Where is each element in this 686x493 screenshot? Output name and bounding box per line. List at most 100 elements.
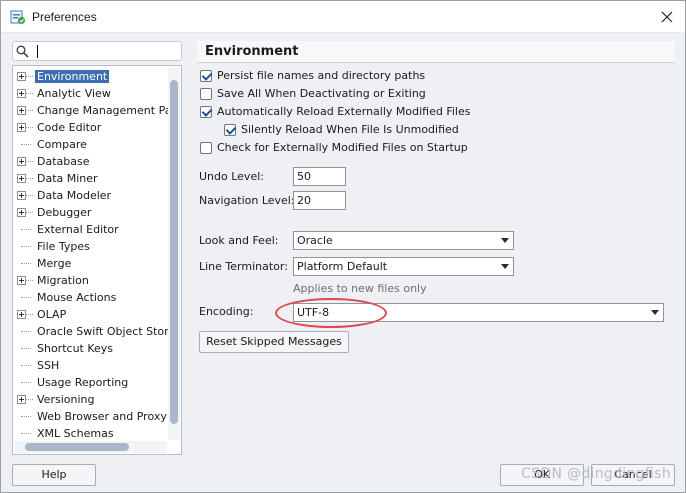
tree-item[interactable]: File Types (13, 238, 168, 255)
help-button[interactable]: Help (12, 464, 96, 486)
checkbox-unchecked[interactable] (200, 88, 212, 100)
tree-item-label: Database (37, 155, 90, 168)
tree-item[interactable]: Debugger (13, 204, 168, 221)
undo-level-label: Undo Level: (199, 170, 264, 183)
checkbox-label: Silently Reload When File Is Unmodified (241, 123, 459, 136)
tree-item[interactable]: Usage Reporting (13, 374, 168, 391)
tree-item-label: OLAP (37, 308, 67, 321)
tree-connector-line (21, 144, 31, 145)
tree-item-label: Change Management Paran (37, 104, 168, 117)
close-icon (661, 11, 673, 23)
navigation-level-input[interactable]: 20 (293, 191, 346, 210)
tree-connector-line (26, 178, 33, 179)
tree-item[interactable]: Shortcut Keys (13, 340, 168, 357)
tree-item[interactable]: Mouse Actions (13, 289, 168, 306)
tree-item[interactable]: Migration (13, 272, 168, 289)
preferences-app-icon (10, 9, 26, 25)
tree-item-label: Usage Reporting (37, 376, 129, 389)
look-and-feel-value: Oracle (297, 234, 333, 247)
page-title: Environment (205, 44, 299, 59)
tree-connector-line (21, 416, 31, 417)
expand-plus-icon[interactable] (17, 72, 26, 81)
undo-level-input[interactable]: 50 (293, 167, 346, 186)
title-bar: Preferences (1, 1, 685, 33)
tree-item[interactable]: External Editor (13, 221, 168, 238)
expand-plus-icon[interactable] (17, 208, 26, 217)
tree-item[interactable]: Code Editor (13, 119, 168, 136)
checkbox-checked[interactable] (200, 106, 212, 118)
tree-item-label: SSH (37, 359, 60, 372)
look-and-feel-select[interactable]: Oracle (293, 231, 514, 250)
tree-item[interactable]: Compare (13, 136, 168, 153)
tree-item-label: Analytic View (37, 87, 111, 100)
expand-plus-icon[interactable] (17, 310, 26, 319)
expand-plus-icon[interactable] (17, 191, 26, 200)
horizontal-scroll-thumb[interactable] (25, 443, 129, 451)
tree-item[interactable]: Merge (13, 255, 168, 272)
tree-item-label: Merge (37, 257, 72, 270)
tree-item[interactable]: Data Miner (13, 170, 168, 187)
tree-item[interactable]: Environment (13, 68, 168, 85)
tree-connector-line (26, 195, 33, 196)
tree-item-label: Versioning (37, 393, 95, 406)
tree-connector-line (26, 76, 33, 77)
checkbox-checked[interactable] (200, 70, 212, 82)
dropdown-arrow-icon (651, 310, 659, 315)
tree-item-label: XML Schemas (37, 427, 114, 440)
tree-item-label: Compare (37, 138, 87, 151)
tree-connector-line (21, 382, 31, 383)
expand-plus-icon[interactable] (17, 276, 26, 285)
expand-plus-icon[interactable] (17, 89, 26, 98)
tree-connector-line (26, 127, 33, 128)
tree-connector-line (21, 246, 31, 247)
tree-item[interactable]: Oracle Swift Object Storage (13, 323, 168, 340)
vertical-scroll-thumb[interactable] (170, 80, 178, 424)
tree-item[interactable]: Data Modeler (13, 187, 168, 204)
tree-item[interactable]: SSH (13, 357, 168, 374)
encoding-label: Encoding: (199, 305, 254, 318)
checkbox-label: Check for Externally Modified Files on S… (217, 141, 468, 154)
tree-item[interactable]: Versioning (13, 391, 168, 408)
checkbox-unchecked[interactable] (200, 142, 212, 154)
tree-item[interactable]: Change Management Paran (13, 102, 168, 119)
tree-item-label: Data Modeler (37, 189, 112, 202)
dropdown-arrow-icon (501, 264, 509, 269)
expand-plus-icon[interactable] (17, 395, 26, 404)
tree-connector-line (26, 399, 33, 400)
tree-item[interactable]: Web Browser and Proxy (13, 408, 168, 425)
highlight-ring-annotation (275, 298, 387, 328)
close-button[interactable] (655, 5, 679, 29)
preferences-dialog: Preferences Environment Analytic View Chan… (0, 0, 686, 493)
search-input[interactable] (33, 43, 178, 59)
expand-plus-icon[interactable] (17, 123, 26, 132)
tree-item[interactable]: Database (13, 153, 168, 170)
checkbox-label: Persist file names and directory paths (217, 69, 426, 82)
tree-connector-line (21, 297, 31, 298)
tree-connector-line (21, 331, 31, 332)
search-box[interactable] (12, 41, 182, 61)
tree-item-label: Shortcut Keys (37, 342, 114, 355)
tree-connector-line (21, 348, 31, 349)
checkbox-checked[interactable] (224, 124, 236, 136)
watermark-text: CSDN @dingdingfish (521, 466, 671, 482)
tree-item-label: Environment (35, 70, 110, 83)
tree-item[interactable]: Analytic View (13, 85, 168, 102)
tree-connector-line (26, 212, 33, 213)
tree-item-label: Mouse Actions (37, 291, 117, 304)
tree-item[interactable]: XML Schemas (13, 425, 168, 442)
navigation-level-label: Navigation Level: (199, 194, 295, 207)
tree-item[interactable]: OLAP (13, 306, 168, 323)
vertical-scrollbar[interactable] (168, 68, 180, 440)
horizontal-scrollbar[interactable] (15, 441, 167, 453)
expand-plus-icon[interactable] (17, 106, 26, 115)
tree-connector-line (21, 263, 31, 264)
expand-plus-icon[interactable] (17, 174, 26, 183)
line-terminator-select[interactable]: Platform Default (293, 257, 514, 276)
tree-connector-line (26, 93, 33, 94)
category-tree: Environment Analytic View Change Managemen… (12, 65, 182, 455)
text-cursor (37, 45, 38, 58)
tree-connector-line (26, 280, 33, 281)
tree-list: Environment Analytic View Change Managemen… (13, 68, 168, 442)
expand-plus-icon[interactable] (17, 157, 26, 166)
reset-skipped-messages-button[interactable]: Reset Skipped Messages (199, 331, 349, 353)
